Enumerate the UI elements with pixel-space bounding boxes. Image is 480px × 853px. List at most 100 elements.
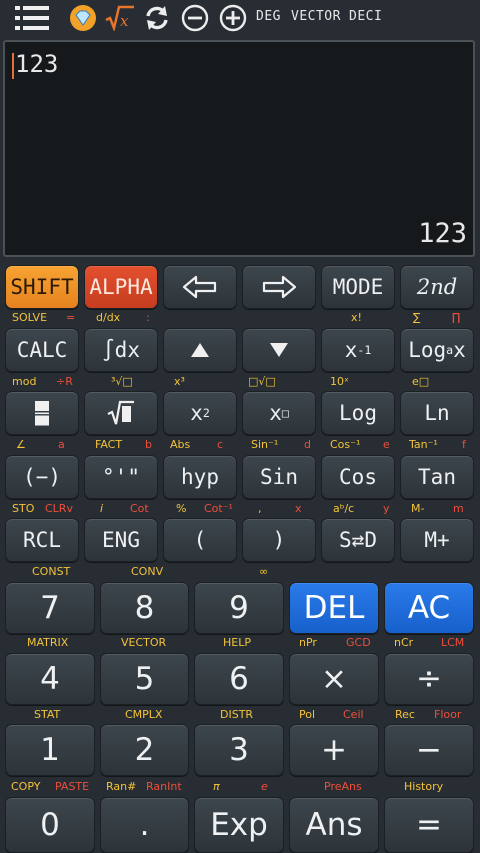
ans-key[interactable]: Ans <box>289 797 379 853</box>
decimal-point-key[interactable]: . <box>100 797 189 853</box>
label-rec: Rec <box>395 708 415 721</box>
label-mod: mod <box>12 375 37 388</box>
delete-key[interactable]: DEL <box>289 582 379 634</box>
negative-key[interactable]: (−) <box>5 455 79 499</box>
digit-4-key[interactable]: 4 <box>5 653 95 705</box>
label-imaginary: i <box>100 502 104 515</box>
label-pol: Pol <box>299 708 316 721</box>
close-paren-key[interactable]: ) <box>242 518 316 562</box>
label-fact: FACT <box>95 438 123 451</box>
label-matrix: MATRIX <box>27 636 69 649</box>
menu-icon[interactable] <box>14 3 50 33</box>
multiply-key[interactable]: × <box>289 653 379 705</box>
label-acos: Cos⁻¹ <box>330 438 361 451</box>
ln-key[interactable]: Ln <box>400 391 474 435</box>
cos-key[interactable]: Cos <box>321 455 395 499</box>
log-key[interactable]: Log <box>321 391 395 435</box>
hyp-key[interactable]: hyp <box>163 455 237 499</box>
all-clear-key[interactable]: AC <box>384 582 474 634</box>
cursor-left-key[interactable] <box>163 265 237 309</box>
label-m-minus: M- <box>411 502 425 515</box>
label-nth-root: □√□ <box>248 375 276 388</box>
plus-circle-icon[interactable] <box>218 3 248 33</box>
refresh-icon[interactable] <box>142 3 172 33</box>
calc-mode-indicator[interactable]: VECTOR <box>291 9 341 24</box>
plus-key[interactable]: + <box>289 724 379 776</box>
digit-1-key[interactable]: 1 <box>5 724 95 776</box>
integral-key[interactable]: ∫dx <box>84 328 158 372</box>
sin-key[interactable]: Sin <box>242 455 316 499</box>
square-key[interactable]: x2 <box>163 391 237 435</box>
log-base-key[interactable]: Log a x <box>400 328 474 372</box>
minus-key[interactable]: − <box>384 724 474 776</box>
minus-circle-icon[interactable] <box>180 3 210 33</box>
label-atan: Tan⁻¹ <box>409 438 438 451</box>
square-root-key[interactable] <box>84 391 158 435</box>
cursor-up-key[interactable] <box>163 328 237 372</box>
digit-2-key[interactable]: 2 <box>100 724 189 776</box>
label-cube: x³ <box>174 375 185 388</box>
m-plus-key[interactable]: M+ <box>400 518 474 562</box>
arrow-up-icon <box>191 343 209 357</box>
alpha-key[interactable]: ALPHA <box>84 265 158 309</box>
label-history: History <box>404 780 444 793</box>
shift-key[interactable]: SHIFT <box>5 265 79 309</box>
label-lcm: LCM <box>441 636 465 649</box>
label-ceil: Ceil <box>343 708 364 721</box>
label-var-x: x <box>295 502 302 515</box>
cursor-down-key[interactable] <box>242 328 316 372</box>
eng-key[interactable]: ENG <box>84 518 158 562</box>
label-copy: COPY <box>11 780 41 793</box>
label-var-a: a <box>58 438 65 451</box>
digit-5-key[interactable]: 5 <box>100 653 189 705</box>
text-cursor <box>12 53 14 79</box>
input-expression[interactable]: 123 <box>15 50 58 78</box>
label-abs: Abs <box>170 438 191 451</box>
label-ncr: nCr <box>394 636 414 649</box>
rcl-key[interactable]: RCL <box>5 518 79 562</box>
label-angle: ∠ <box>16 438 26 451</box>
digit-6-key[interactable]: 6 <box>194 653 284 705</box>
calc-key[interactable]: CALC <box>5 328 79 372</box>
label-gcd: GCD <box>346 636 371 649</box>
label-colon: : <box>146 311 150 324</box>
label-pi: π <box>213 780 220 793</box>
label-euler: e <box>261 780 268 793</box>
label-equals: = <box>66 311 76 324</box>
label-comma: , <box>258 502 262 515</box>
divide-key[interactable]: ÷ <box>384 653 474 705</box>
number-format-indicator[interactable]: DECI <box>349 9 382 24</box>
digit-3-key[interactable]: 3 <box>194 724 284 776</box>
second-function-key[interactable]: 2nd <box>400 265 474 309</box>
display-screen[interactable]: 123 123 <box>3 40 475 257</box>
power-key[interactable]: x □ <box>242 391 316 435</box>
digit-9-key[interactable]: 9 <box>194 582 284 634</box>
label-var-d: d <box>304 438 311 451</box>
angle-mode-indicator[interactable]: DEG <box>256 9 281 24</box>
cursor-right-key[interactable] <box>242 265 316 309</box>
fraction-key[interactable] <box>5 391 79 435</box>
label-distr: DISTR <box>220 708 254 721</box>
label-cube-root: ³√□ <box>111 375 133 388</box>
label-div-remainder: ÷R <box>56 375 73 388</box>
reciprocal-key[interactable]: x -1 <box>321 328 395 372</box>
diamond-icon[interactable] <box>68 3 98 33</box>
label-ten-power: 10ˣ <box>330 375 349 388</box>
degree-minute-second-key[interactable]: °'" <box>84 455 158 499</box>
exp-key[interactable]: Exp <box>194 797 284 853</box>
label-percent: % <box>176 502 187 515</box>
s-to-d-key[interactable]: S⇄D <box>321 518 395 562</box>
label-vector: VECTOR <box>121 636 167 649</box>
digit-8-key[interactable]: 8 <box>100 582 189 634</box>
tan-key[interactable]: Tan <box>400 455 474 499</box>
open-paren-key[interactable]: ( <box>163 518 237 562</box>
label-asin: Sin⁻¹ <box>251 438 279 451</box>
equals-key[interactable]: = <box>384 797 474 853</box>
digit-0-key[interactable]: 0 <box>5 797 95 853</box>
label-conv: CONV <box>131 565 164 578</box>
label-e-power: e□ <box>412 375 430 388</box>
mode-key[interactable]: MODE <box>321 265 395 309</box>
sqrt-x-icon[interactable]: x <box>104 3 136 33</box>
label-paste: PASTE <box>55 780 90 793</box>
digit-7-key[interactable]: 7 <box>5 582 95 634</box>
